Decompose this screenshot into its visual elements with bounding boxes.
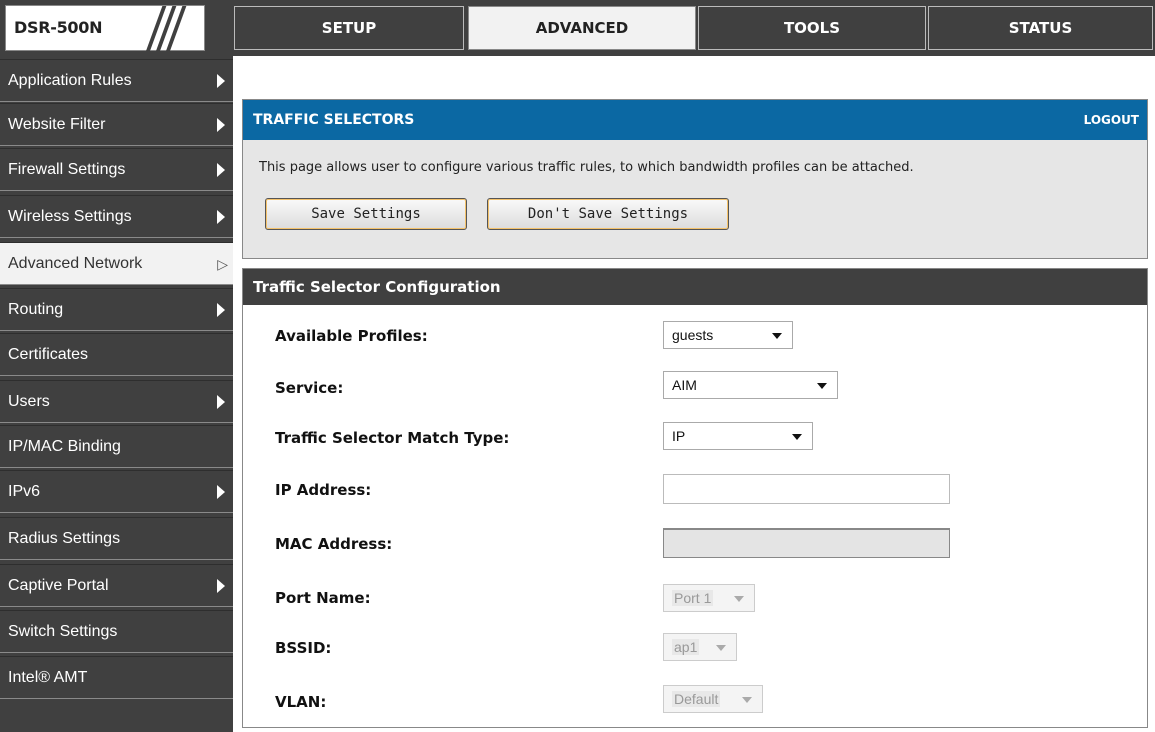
page-title: TRAFFIC SELECTORS — [253, 112, 415, 128]
select-value: IP — [672, 428, 686, 444]
sidebar-item-label: Wireless Settings — [8, 207, 132, 225]
section-title: Traffic Selector Configuration — [253, 278, 501, 296]
port-name-select[interactable]: Port 1 — [663, 584, 755, 612]
sidebar-item-label: Routing — [8, 300, 64, 318]
chevron-down-icon — [716, 645, 726, 651]
ip-address-label: IP Address: — [275, 481, 372, 499]
dont-save-settings-button[interactable]: Don't Save Settings — [487, 198, 729, 230]
tab-status[interactable]: STATUS — [928, 6, 1153, 50]
chevron-right-icon — [217, 578, 225, 593]
mac-address-input[interactable] — [663, 528, 950, 558]
mac-address-label: MAC Address: — [275, 535, 393, 553]
match-type-select[interactable]: IP — [663, 422, 813, 450]
sidebar-item-label: IPv6 — [8, 482, 41, 500]
sidebar-item-radius-settings[interactable]: Radius Settings — [0, 517, 233, 560]
logo-text: DSR-500N — [14, 18, 103, 37]
bssid-select[interactable]: ap1 — [663, 633, 737, 661]
chevron-down-icon — [734, 596, 744, 602]
port-name-label: Port Name: — [275, 589, 371, 607]
select-value: Port 1 — [672, 590, 714, 606]
chevron-right-outline-icon: ▷ — [217, 255, 228, 272]
sidebar-item-ip-mac-binding[interactable]: IP/MAC Binding — [0, 425, 233, 468]
select-value: ap1 — [672, 639, 700, 655]
bssid-label: BSSID: — [275, 639, 332, 657]
sidebar-item-switch-settings[interactable]: Switch Settings — [0, 610, 233, 653]
chevron-down-icon — [772, 333, 782, 339]
sidebar-item-routing[interactable]: Routing — [0, 288, 233, 331]
sidebar-item-label: Application Rules — [8, 71, 132, 89]
sidebar-item-label: Website Filter — [8, 115, 106, 133]
vlan-select[interactable]: Default — [663, 685, 763, 713]
tab-advanced[interactable]: ADVANCED — [468, 6, 696, 50]
sidebar-item-intel-amt[interactable]: Intel® AMT — [0, 656, 233, 699]
sidebar-item-label: Switch Settings — [8, 622, 118, 640]
traffic-selector-configuration-panel: Traffic Selector Configuration Available… — [242, 268, 1148, 728]
sidebar-item-label: IP/MAC Binding — [8, 437, 121, 455]
sidebar-item-label: Users — [8, 392, 50, 410]
sidebar-item-advanced-network[interactable]: Advanced Network ▷ — [0, 242, 233, 285]
service-select[interactable]: AIM — [663, 371, 838, 399]
panel-header: TRAFFIC SELECTORS LOGOUT — [243, 100, 1147, 140]
sidebar-item-label: Firewall Settings — [8, 160, 126, 178]
select-value: guests — [672, 327, 714, 343]
logo: DSR-500N — [5, 5, 205, 52]
chevron-right-icon — [217, 484, 225, 499]
logout-link[interactable]: LOGOUT — [1084, 113, 1139, 127]
sidebar-item-website-filter[interactable]: Website Filter — [0, 103, 233, 146]
traffic-selectors-panel: TRAFFIC SELECTORS LOGOUT This page allow… — [242, 99, 1148, 259]
chevron-right-icon — [217, 117, 225, 132]
tab-tools[interactable]: TOOLS — [698, 6, 926, 50]
sidebar-item-label: Certificates — [8, 345, 89, 363]
sidebar-item-label: Advanced Network — [8, 254, 143, 272]
match-type-label: Traffic Selector Match Type: — [275, 429, 510, 447]
sidebar-item-captive-portal[interactable]: Captive Portal — [0, 564, 233, 607]
top-navigation-bar: DSR-500N SETUP ADVANCED TOOLS STATUS — [0, 0, 1155, 56]
chevron-right-icon — [217, 73, 225, 88]
sidebar-item-users[interactable]: Users — [0, 380, 233, 423]
save-settings-button[interactable]: Save Settings — [265, 198, 467, 230]
chevron-down-icon — [817, 383, 827, 389]
chevron-right-icon — [217, 209, 225, 224]
chevron-right-icon — [217, 394, 225, 409]
sidebar-item-wireless-settings[interactable]: Wireless Settings — [0, 195, 233, 238]
tab-setup[interactable]: SETUP — [234, 6, 464, 50]
vlan-label: VLAN: — [275, 693, 327, 711]
sidebar-item-label: Radius Settings — [8, 529, 121, 547]
ip-address-input[interactable] — [663, 474, 950, 504]
chevron-down-icon — [792, 434, 802, 440]
service-label: Service: — [275, 379, 344, 397]
section-header: Traffic Selector Configuration — [243, 269, 1147, 305]
sidebar-item-firewall-settings[interactable]: Firewall Settings — [0, 148, 233, 191]
sidebar-item-label: Intel® AMT — [8, 668, 88, 686]
page-description: This page allows user to configure vario… — [259, 160, 914, 175]
sidebar-item-ipv6[interactable]: IPv6 — [0, 470, 233, 513]
available-profiles-label: Available Profiles: — [275, 327, 428, 345]
sidebar-item-application-rules[interactable]: Application Rules — [0, 59, 233, 102]
select-value: AIM — [672, 377, 697, 393]
chevron-right-icon — [217, 162, 225, 177]
chevron-down-icon — [742, 697, 752, 703]
chevron-right-icon — [217, 302, 225, 317]
select-value: Default — [672, 691, 721, 707]
sidebar: Application Rules Website Filter Firewal… — [0, 56, 233, 732]
sidebar-item-label: Captive Portal — [8, 576, 109, 594]
sidebar-item-certificates[interactable]: Certificates — [0, 333, 233, 376]
available-profiles-select[interactable]: guests — [663, 321, 793, 349]
